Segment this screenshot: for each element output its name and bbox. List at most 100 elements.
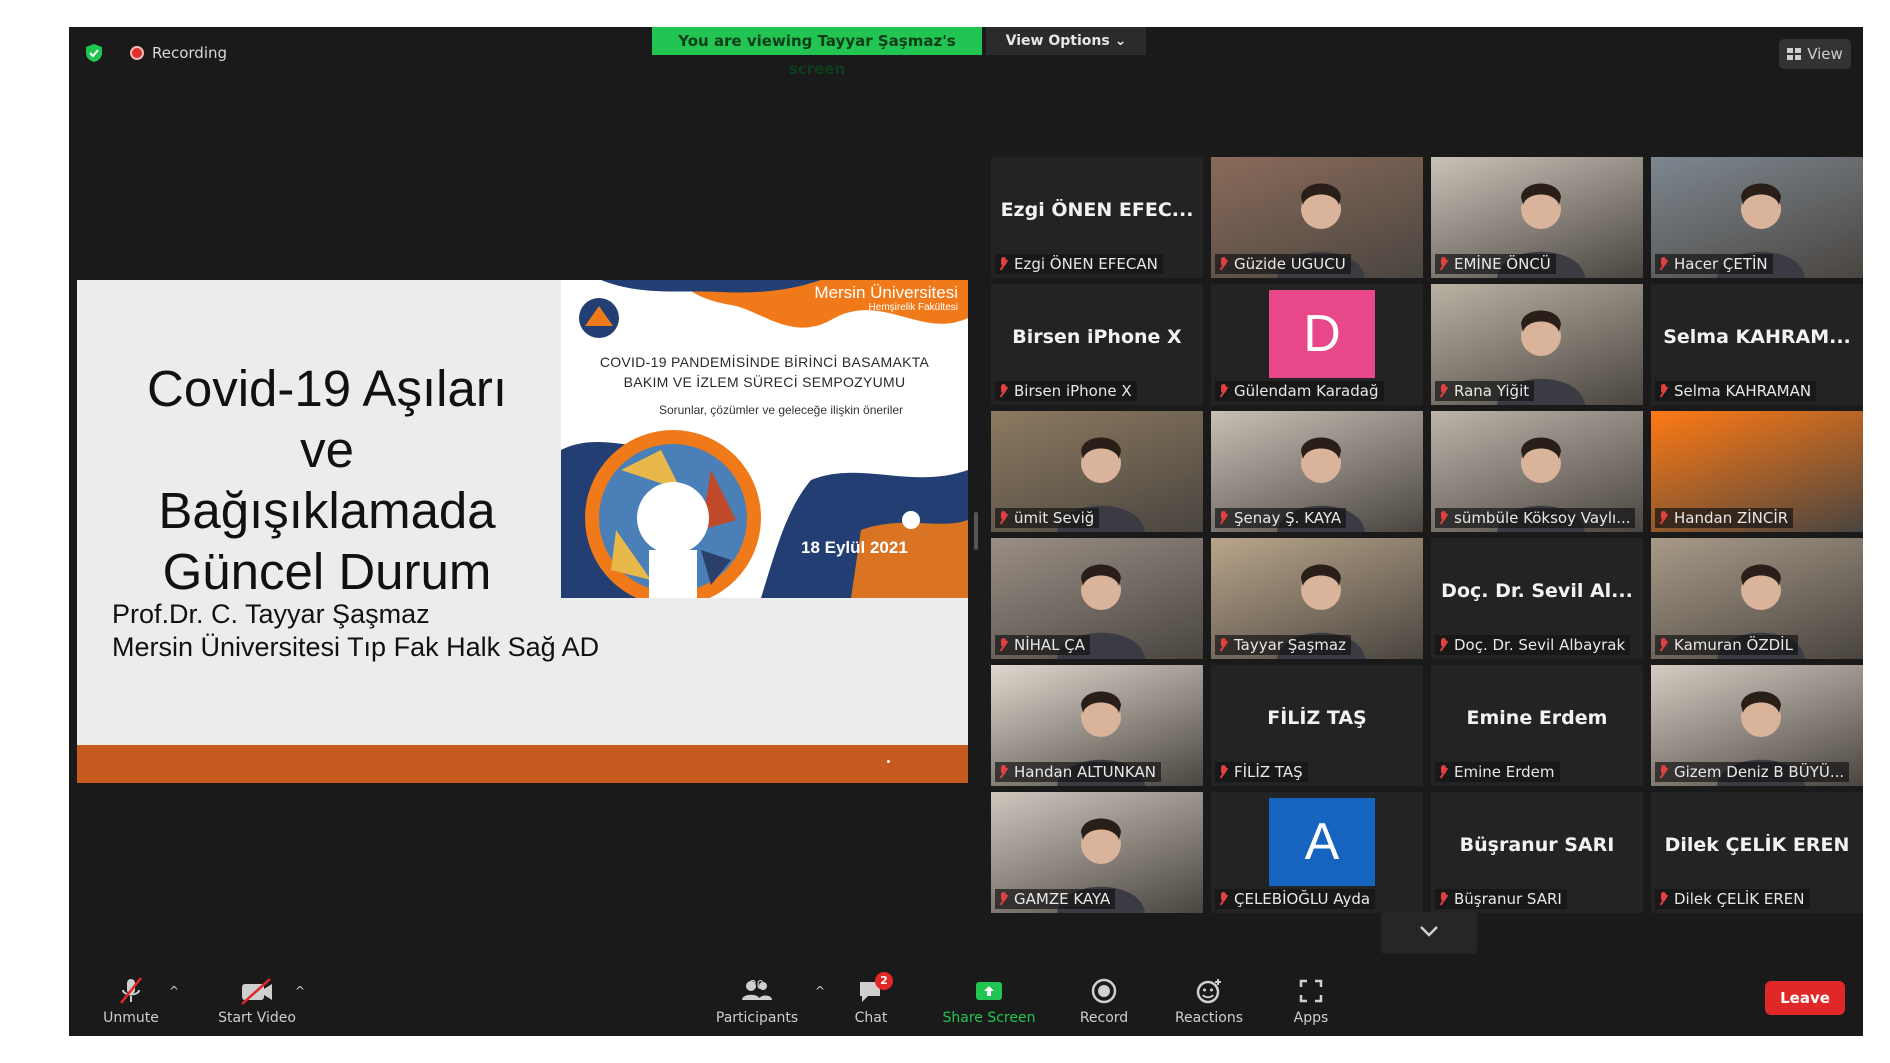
participant-tile[interactable]: Selma KAHRAM... Selma KAHRAMAN	[1651, 284, 1863, 405]
participant-gallery: Ezgi ÖNEN EFEC... Ezgi ÖNEN EFECAN Güzide …	[991, 157, 1863, 913]
muted-microphone-icon	[998, 511, 1008, 525]
participant-tile[interactable]: Rana Yiğit	[1431, 284, 1643, 405]
participant-name-caption: Kamuran ÖZDİL	[1655, 635, 1798, 655]
participant-tile[interactable]: Birsen iPhone X Birsen iPhone X	[991, 284, 1203, 405]
participant-display-name: Büşranur SARI	[1459, 834, 1615, 856]
poster-subtitle: Sorunlar, çözümler ve geleceğe ilişkin ö…	[658, 403, 904, 417]
participant-tile[interactable]: GAMZE KAYA	[991, 792, 1203, 913]
participant-display-name: Selma KAHRAM...	[1663, 326, 1851, 348]
muted-microphone-icon	[1438, 765, 1448, 779]
share-screen-icon	[976, 982, 1002, 1000]
participant-name: Şenay Ş. KAYA	[1234, 509, 1342, 527]
poster-title-line: BAKIM VE İZLEM SÜRECİ SEMPOZYUMU	[623, 374, 906, 390]
muted-microphone-icon	[998, 892, 1008, 906]
participants-count: 80	[749, 978, 765, 992]
participant-tile[interactable]: FİLİZ TAŞ FİLİZ TAŞ	[1211, 665, 1423, 786]
participant-tile[interactable]: EMİNE ÖNCÜ	[1431, 157, 1643, 278]
split-view-resize-handle[interactable]	[974, 512, 978, 550]
participant-display-name: Birsen iPhone X	[1012, 326, 1182, 348]
participant-name-caption: Birsen iPhone X	[995, 381, 1137, 401]
participant-tile[interactable]: Emine Erdem Emine Erdem	[1431, 665, 1643, 786]
participant-name-caption: Rana Yiğit	[1435, 381, 1535, 401]
participant-tile[interactable]: Handan ALTUNKAN	[991, 665, 1203, 786]
record-icon	[1091, 978, 1117, 1004]
muted-microphone-icon	[998, 765, 1008, 779]
apps-button[interactable]: Apps	[1283, 976, 1339, 1026]
participant-name: ÇELEBİOĞLU Ayda	[1234, 890, 1371, 908]
participants-label: Participants	[715, 1010, 799, 1026]
slide-author-affiliation: Mersin Üniversitesi Tıp Fak Halk Sağ AD	[112, 632, 600, 662]
participant-name: ümit Seviğ	[1014, 509, 1095, 527]
participant-tile[interactable]: Hacer ÇETİN	[1651, 157, 1863, 278]
muted-microphone-icon	[1658, 892, 1668, 906]
avatar-letter: D	[1303, 305, 1341, 363]
participant-tile[interactable]: Dilek ÇELİK EREN Dilek ÇELİK EREN	[1651, 792, 1863, 913]
participant-name-caption: Büşranur SARI	[1435, 889, 1567, 909]
participant-name-caption: Hacer ÇETİN	[1655, 254, 1773, 274]
slide-title-line: Covid-19 Aşıları	[147, 360, 507, 417]
participants-options-caret-icon[interactable]: ^	[815, 984, 825, 998]
share-screen-label: Share Screen	[942, 1010, 1036, 1026]
view-options-button[interactable]: View Options ⌄	[986, 27, 1146, 55]
participant-name: sümbüle Köksoy Vaylı...	[1454, 509, 1631, 527]
participant-tile[interactable]: A ÇELEBİOĞLU Ayda	[1211, 792, 1423, 913]
unmute-button[interactable]: Unmute	[91, 976, 171, 1026]
participant-name: Handan ZİNCİR	[1674, 509, 1789, 527]
microphone-muted-icon	[120, 977, 142, 1004]
muted-microphone-icon	[998, 638, 1008, 652]
participant-tile[interactable]: Tayyar Şaşmaz	[1211, 538, 1423, 659]
participant-name: GAMZE KAYA	[1014, 890, 1111, 908]
participant-name-caption: Handan ZİNCİR	[1655, 508, 1794, 528]
participant-name-caption: FİLİZ TAŞ	[1215, 762, 1308, 782]
muted-microphone-icon	[1218, 384, 1228, 398]
muted-microphone-icon	[1218, 638, 1228, 652]
participant-tile[interactable]: D Gülendam Karadağ	[1211, 284, 1423, 405]
participant-name-caption: Selma KAHRAMAN	[1655, 381, 1817, 401]
participant-name: Selma KAHRAMAN	[1674, 382, 1812, 400]
participant-name-caption: GAMZE KAYA	[995, 889, 1116, 909]
participant-name: Tayyar Şaşmaz	[1234, 636, 1346, 654]
unmute-label: Unmute	[103, 1010, 159, 1026]
recording-label: Recording	[152, 44, 228, 62]
chevron-down-icon	[1420, 926, 1438, 937]
participant-tile[interactable]: Ezgi ÖNEN EFEC... Ezgi ÖNEN EFECAN	[991, 157, 1203, 278]
participants-button[interactable]: 80 Participants	[709, 976, 805, 1026]
participant-tile[interactable]: Şenay Ş. KAYA	[1211, 411, 1423, 532]
participant-name: Doç. Dr. Sevil Albayrak	[1454, 636, 1626, 654]
zoom-meeting-window: Recording You are viewing Tayyar Şaşmaz'…	[69, 27, 1863, 1036]
participant-name: Güzide UGUCU	[1234, 255, 1346, 273]
poster-faculty: Hemşirelik Fakültesi	[868, 302, 958, 313]
start-video-button[interactable]: Start Video	[207, 976, 307, 1026]
participant-tile[interactable]: Kamuran ÖZDİL	[1651, 538, 1863, 659]
participant-tile[interactable]: Handan ZİNCİR	[1651, 411, 1863, 532]
muted-microphone-icon	[998, 384, 1008, 398]
participant-tile[interactable]: Gizem Deniz B BÜYÜ...	[1651, 665, 1863, 786]
participant-tile[interactable]: Büşranur SARI Büşranur SARI	[1431, 792, 1643, 913]
record-button[interactable]: Record	[1069, 976, 1139, 1026]
participant-name-caption: Güzide UGUCU	[1215, 254, 1351, 274]
leave-meeting-button[interactable]: Leave	[1765, 981, 1845, 1015]
reactions-button[interactable]: Reactions	[1169, 976, 1249, 1026]
share-screen-button[interactable]: Share Screen	[937, 976, 1041, 1026]
start-video-label: Start Video	[218, 1010, 296, 1026]
view-layout-button[interactable]: View	[1779, 39, 1851, 69]
participant-name: Hacer ÇETİN	[1674, 255, 1768, 273]
participant-name: Gizem Deniz B BÜYÜ...	[1674, 763, 1845, 781]
view-button-label: View	[1807, 45, 1843, 63]
participant-tile[interactable]: Doç. Dr. Sevil Al... Doç. Dr. Sevil Albay…	[1431, 538, 1643, 659]
participant-tile[interactable]: NİHAL ÇA	[991, 538, 1203, 659]
security-shield-icon[interactable]	[85, 43, 103, 63]
video-options-caret-icon[interactable]: ^	[295, 984, 305, 998]
participant-tile[interactable]: ümit Seviğ	[991, 411, 1203, 532]
apps-label: Apps	[1293, 1010, 1329, 1026]
chat-button[interactable]: 2 Chat	[839, 972, 903, 1026]
audio-options-caret-icon[interactable]: ^	[169, 984, 179, 998]
apps-icon	[1299, 979, 1323, 1003]
participant-name: Emine Erdem	[1454, 763, 1555, 781]
participant-tile[interactable]: sümbüle Köksoy Vaylı...	[1431, 411, 1643, 532]
participant-name-caption: ÇELEBİOĞLU Ayda	[1215, 889, 1376, 909]
symposium-poster: Mersin Üniversitesi Hemşirelik Fakültesi…	[561, 280, 968, 598]
slide-author-name: Prof.Dr. C. Tayyar Şaşmaz	[112, 599, 430, 629]
participant-tile[interactable]: Güzide UGUCU	[1211, 157, 1423, 278]
gallery-scroll-down-button[interactable]	[1381, 912, 1477, 954]
